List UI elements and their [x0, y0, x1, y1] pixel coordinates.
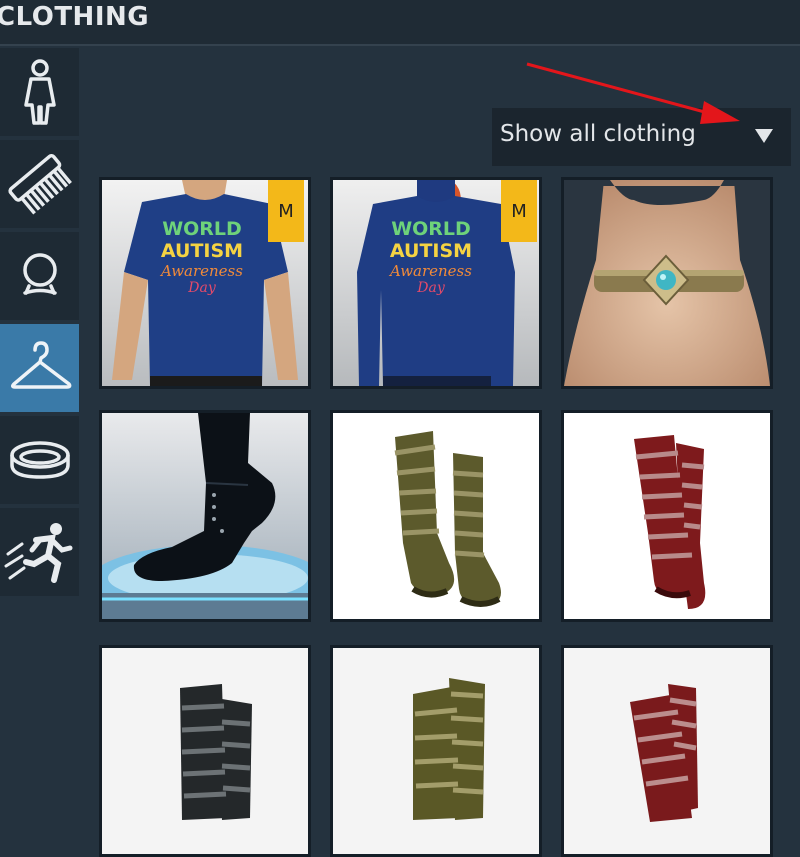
sidebar-item-body[interactable] — [0, 48, 79, 136]
sweater-print: WORLD AUTISM Awareness Day — [389, 218, 473, 296]
clothing-item-olive-buckle-boots[interactable] — [330, 645, 542, 857]
mesh-badge: M — [268, 180, 304, 242]
black-boot-thumbnail — [102, 413, 308, 619]
red-boots-thumbnail — [564, 648, 770, 854]
filter-label: Show all clothing — [500, 121, 696, 147]
body-figure-icon — [23, 59, 56, 125]
running-figure-icon — [4, 523, 72, 583]
sidebar-item-accessories[interactable] — [0, 232, 79, 320]
red-boots-thumbnail — [564, 413, 770, 619]
hanger-icon — [10, 341, 71, 389]
clothing-item-choker[interactable] — [561, 177, 773, 389]
title-bar: CLOTHING — [0, 0, 800, 46]
clothing-item-black-buckle-boots[interactable] — [99, 645, 311, 857]
sidebar-item-hair[interactable] — [0, 140, 79, 228]
clothing-item-red-buckle-boots[interactable] — [561, 410, 773, 622]
sidebar-item-clothing[interactable] — [0, 324, 79, 412]
bracelet-icon — [9, 441, 70, 479]
necklace-icon — [22, 253, 57, 295]
clothing-item-olive-buckle-boots[interactable] — [330, 410, 542, 622]
clothing-item-tshirt[interactable]: WORLD AUTISM Awareness Day M — [99, 177, 311, 389]
page-title: CLOTHING — [0, 2, 150, 32]
black-boots-thumbnail — [102, 648, 308, 854]
sidebar-item-animations[interactable] — [0, 508, 79, 596]
olive-boots-thumbnail — [333, 648, 539, 854]
mesh-badge: M — [501, 180, 537, 242]
caret-down-icon — [755, 129, 773, 143]
choker-thumbnail — [564, 180, 770, 386]
clothing-filter-dropdown[interactable]: Show all clothing — [492, 108, 791, 166]
comb-icon — [7, 153, 72, 215]
olive-boots-thumbnail — [333, 413, 539, 619]
tshirt-print: WORLD AUTISM Awareness Day — [160, 218, 244, 296]
sidebar-item-jewelry[interactable] — [0, 416, 79, 504]
clothing-item-sweater[interactable]: WORLD AUTISM Awareness Day M — [330, 177, 542, 389]
clothing-item-black-boot[interactable] — [99, 410, 311, 622]
clothing-item-red-buckle-boots[interactable] — [561, 645, 773, 857]
